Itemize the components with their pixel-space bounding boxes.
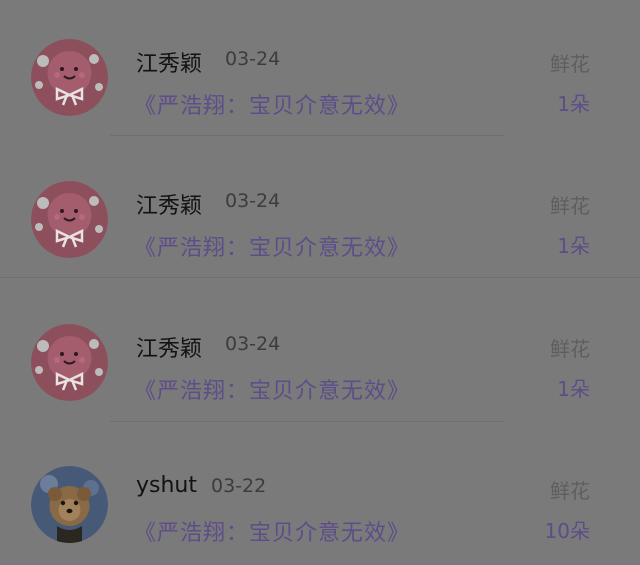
- gift-record-list: 江秀颖 03-24 《严浩翔：宝贝介意无效》 鲜花 1朵 江秀颖 03-24 《…: [0, 0, 640, 565]
- gift-type-label: 鲜花: [550, 479, 590, 503]
- pink-cartoon-avatar-icon: [31, 181, 108, 258]
- gift-record-row[interactable]: 江秀颖 03-24 《严浩翔：宝贝介意无效》 鲜花 1朵: [0, 293, 640, 435]
- pink-cartoon-avatar-icon: [31, 39, 108, 116]
- pink-cartoon-avatar-icon: [31, 324, 108, 401]
- gift-type-label: 鲜花: [550, 337, 590, 361]
- record-date: 03-24: [225, 48, 281, 70]
- song-title-link[interactable]: 《严浩翔：宝贝介意无效》: [134, 373, 410, 405]
- row-divider: [0, 277, 640, 278]
- row-divider: [110, 421, 505, 422]
- gift-record-row[interactable]: 江秀颖 03-24 《严浩翔：宝贝介意无效》 鲜花 1朵: [0, 150, 640, 292]
- gift-count-value: 10朵: [544, 519, 590, 543]
- gift-count-value: 1朵: [557, 92, 590, 116]
- gift-type-label: 鲜花: [550, 52, 590, 76]
- record-date: 03-22: [211, 475, 267, 497]
- gift-record-row[interactable]: 江秀颖 03-24 《严浩翔：宝贝介意无效》 鲜花 1朵: [0, 8, 640, 150]
- song-title-link[interactable]: 《严浩翔：宝贝介意无效》: [134, 88, 410, 120]
- row-divider: [110, 135, 505, 136]
- dog-photo-avatar-icon: [31, 466, 108, 543]
- record-date: 03-24: [225, 333, 281, 355]
- gift-count-value: 1朵: [557, 234, 590, 258]
- gift-type-label: 鲜花: [550, 194, 590, 218]
- user-avatar[interactable]: [31, 181, 108, 258]
- song-title-link[interactable]: 《严浩翔：宝贝介意无效》: [134, 230, 410, 262]
- user-name: 江秀颖: [136, 194, 203, 219]
- user-avatar[interactable]: [31, 39, 108, 116]
- user-name: yshut: [136, 473, 197, 498]
- user-avatar[interactable]: [31, 466, 108, 543]
- user-avatar[interactable]: [31, 324, 108, 401]
- gift-record-row[interactable]: yshut 03-22 《严浩翔：宝贝介意无效》 鲜花 10朵: [0, 435, 640, 565]
- song-title-link[interactable]: 《严浩翔：宝贝介意无效》: [134, 515, 410, 547]
- user-name: 江秀颖: [136, 52, 203, 77]
- user-name: 江秀颖: [136, 337, 203, 362]
- record-date: 03-24: [225, 190, 281, 212]
- gift-count-value: 1朵: [557, 377, 590, 401]
